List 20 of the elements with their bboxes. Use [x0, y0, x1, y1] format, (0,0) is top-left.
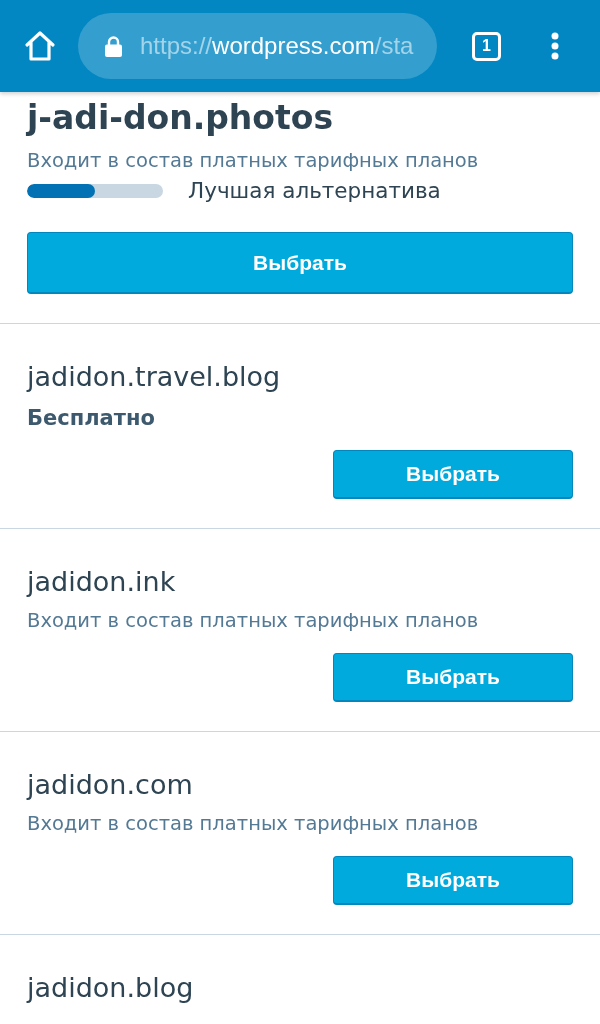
select-button[interactable]: Выбрать [333, 653, 573, 702]
domain-name: jadidon.blog [27, 971, 194, 1005]
domain-name: jadidon.travel.blog [27, 360, 281, 394]
url-text: https://wordpress.com/sta [140, 32, 414, 60]
domain-name: j-adi-don.photos [27, 97, 334, 139]
tab-count-button[interactable]: 1 [472, 31, 501, 61]
price-label: Бесплатно [27, 405, 155, 431]
address-bar[interactable]: https://wordpress.com/sta [78, 13, 437, 79]
lock-icon [105, 35, 122, 57]
select-button[interactable]: Выбрать [333, 450, 573, 499]
domain-name: jadidon.ink [27, 565, 176, 599]
home-icon[interactable] [24, 30, 56, 62]
select-button[interactable]: Выбрать [27, 232, 573, 294]
menu-icon[interactable] [551, 32, 559, 60]
plan-note: Входит в состав платных тарифных планов [27, 608, 479, 634]
plan-note: Входит в состав платных тарифных планов [27, 148, 479, 174]
select-button[interactable]: Выбрать [333, 856, 573, 905]
match-label: Лучшая альтернатива [188, 178, 441, 204]
plan-note: Входит в состав платных тарифных планов [27, 811, 479, 837]
domain-name: jadidon.com [27, 768, 193, 802]
